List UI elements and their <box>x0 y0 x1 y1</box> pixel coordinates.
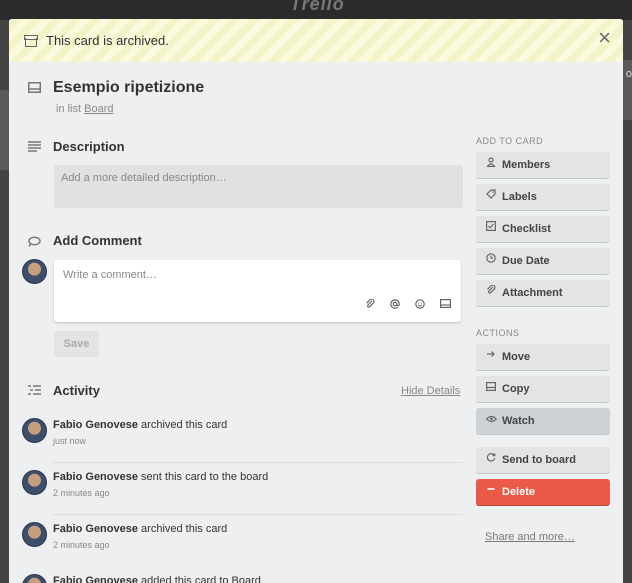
comment-icon <box>28 235 41 249</box>
in-list-prefix: in list <box>56 103 82 115</box>
actions-label: ACTIONS <box>476 328 520 338</box>
avatar <box>22 522 47 547</box>
card-detail-modal: This card is archived. × Esempio ripetiz… <box>9 19 623 583</box>
activity-item: Fabio Genovese archived this card just n… <box>53 419 463 463</box>
delete-label: Delete <box>502 486 536 498</box>
attachment-icon[interactable] <box>365 298 375 312</box>
checklist-button[interactable]: Checklist <box>476 216 610 242</box>
refresh-icon <box>485 447 497 473</box>
delete-button[interactable]: Delete <box>476 479 610 505</box>
archived-banner: This card is archived. × <box>9 19 623 62</box>
archive-icon <box>24 35 38 47</box>
card-icon <box>28 81 41 95</box>
archived-banner-text: This card is archived. <box>46 33 169 48</box>
activity-user[interactable]: Fabio Genovese <box>53 523 138 535</box>
tag-icon <box>485 184 497 210</box>
activity-user[interactable]: Fabio Genovese <box>53 575 138 583</box>
watch-button[interactable]: Watch <box>476 408 610 434</box>
trello-logo: Trello <box>290 0 345 14</box>
comment-input[interactable]: Write a comment… <box>54 260 461 322</box>
arrow-right-icon <box>485 344 497 370</box>
minus-icon <box>485 479 497 505</box>
card-attach-icon[interactable] <box>440 299 452 312</box>
divider <box>53 514 463 515</box>
members-label: Members <box>502 159 551 171</box>
description-title: Description <box>53 139 125 154</box>
comment-placeholder: Write a comment… <box>63 269 157 281</box>
labels-label: Labels <box>502 191 537 203</box>
description-icon <box>28 140 41 154</box>
checklist-label: Checklist <box>502 223 551 235</box>
card-title[interactable]: Esempio ripetizione <box>53 79 204 97</box>
move-label: Move <box>502 351 531 363</box>
activity-time[interactable]: 2 minutes ago <box>53 540 463 550</box>
add-to-card-label: ADD TO CARD <box>476 136 544 146</box>
move-button[interactable]: Move <box>476 344 610 370</box>
activity-time[interactable]: just now <box>53 436 463 446</box>
attachment-label: Attachment <box>502 287 563 299</box>
close-icon[interactable]: × <box>598 27 611 49</box>
copy-icon <box>485 376 497 402</box>
watch-label: Watch <box>502 415 535 427</box>
activity-user[interactable]: Fabio Genovese <box>53 419 138 431</box>
board-list-left <box>0 90 9 170</box>
save-button[interactable]: Save <box>54 331 99 357</box>
copy-button[interactable]: Copy <box>476 376 610 402</box>
avatar <box>22 418 47 443</box>
avatar <box>22 574 47 583</box>
checkbox-icon <box>485 216 497 242</box>
add-comment-title: Add Comment <box>53 233 142 248</box>
mention-icon[interactable] <box>390 299 400 312</box>
labels-button[interactable]: Labels <box>476 184 610 210</box>
activity-action: archived this card <box>141 419 228 431</box>
activity-item: Fabio Genovese added this card to Board <box>53 575 463 583</box>
avatar <box>22 259 47 284</box>
attachment-button[interactable]: Attachment <box>476 280 610 306</box>
person-icon <box>485 152 497 178</box>
members-button[interactable]: Members <box>476 152 610 178</box>
share-and-more-link[interactable]: Share and more… <box>485 531 575 543</box>
list-link[interactable]: Board <box>84 103 113 115</box>
send-to-board-label: Send to board <box>502 454 576 466</box>
activity-user[interactable]: Fabio Genovese <box>53 471 138 483</box>
activity-time[interactable]: 2 minutes ago <box>53 488 463 498</box>
emoji-icon[interactable] <box>415 299 425 312</box>
clock-icon <box>485 248 497 274</box>
activity-item: Fabio Genovese sent this card to the boa… <box>53 471 463 515</box>
divider <box>53 462 463 463</box>
avatar <box>22 470 47 495</box>
activity-action: archived this card <box>141 523 228 535</box>
activity-action: added this card to Board <box>141 575 261 583</box>
due-date-label: Due Date <box>502 255 550 267</box>
copy-label: Copy <box>502 383 530 395</box>
in-list-text: in list Board <box>56 103 113 115</box>
activity-title: Activity <box>53 383 100 398</box>
paperclip-icon <box>485 280 497 306</box>
description-input[interactable]: Add a more detailed description… <box>54 165 463 208</box>
due-date-button[interactable]: Due Date <box>476 248 610 274</box>
board-edge-text: o <box>625 68 632 80</box>
activity-item: Fabio Genovese archived this card 2 minu… <box>53 523 463 550</box>
hide-details-link[interactable]: Hide Details <box>401 385 460 397</box>
activity-icon <box>28 384 41 398</box>
send-to-board-button[interactable]: Send to board <box>476 447 610 473</box>
activity-action: sent this card to the board <box>141 471 269 483</box>
comment-tools <box>365 298 452 312</box>
eye-icon <box>485 408 497 434</box>
